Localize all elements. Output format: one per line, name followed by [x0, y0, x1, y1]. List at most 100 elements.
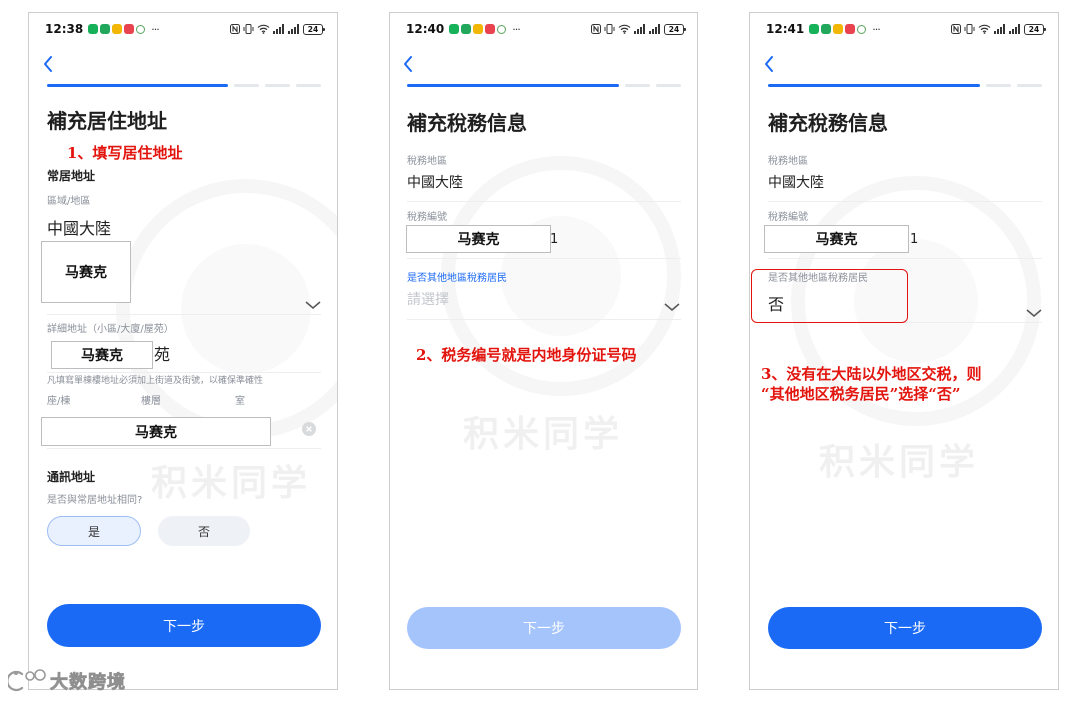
status-left: 12:40 ···	[406, 21, 521, 37]
back-button[interactable]	[43, 56, 53, 76]
wifi-icon	[978, 24, 991, 34]
watermark-text: 积米同学	[151, 463, 312, 504]
divider	[768, 201, 1042, 202]
annotation-step-2: 2、税务编号就是内地身份证号码	[416, 346, 637, 364]
option-no-button[interactable]: 否	[158, 516, 250, 546]
vibrate-icon	[604, 24, 615, 34]
unit-fields-mosaic[interactable]: 马赛克	[41, 417, 271, 446]
page-title: 補充居住地址	[47, 109, 167, 133]
more-notifications-icon: ···	[872, 22, 880, 36]
more-notifications-icon: ···	[151, 22, 159, 36]
tax-region-value[interactable]: 中國大陸	[407, 174, 463, 192]
page-title: 補充稅務信息	[407, 111, 527, 135]
district-value-mosaic[interactable]: 马赛克	[41, 241, 131, 303]
signal-icon	[288, 24, 300, 34]
room-label: 室	[235, 396, 245, 407]
next-button[interactable]: 下一步	[768, 607, 1042, 649]
residence-heading: 常居地址	[47, 169, 96, 183]
notification-green-icon	[100, 24, 111, 34]
chevron-left-icon	[44, 56, 52, 72]
divider	[407, 258, 681, 259]
tax-region-value[interactable]: 中國大陸	[768, 174, 824, 192]
signal-icon	[1009, 24, 1021, 34]
divider	[47, 314, 321, 315]
divider	[768, 258, 1042, 259]
notification-green-icon	[809, 24, 820, 34]
status-left: 12:41 ···	[766, 21, 881, 37]
chevron-down-icon	[305, 301, 321, 309]
annotation-step-3-line-1: 3、没有在大陆以外地区交税，则	[761, 365, 982, 383]
status-bar: 12:41 ··· 24	[766, 21, 1046, 37]
chevron-down-icon	[1026, 309, 1042, 317]
tax-id-label: 稅務編號	[407, 212, 447, 223]
chevron-left-icon	[404, 56, 412, 72]
progress-step-remaining	[264, 84, 290, 87]
divider	[47, 372, 321, 373]
vibrate-icon	[243, 24, 254, 34]
other-tax-resident-select[interactable]: 請選擇	[407, 291, 449, 309]
detail-address-mosaic[interactable]: 马赛克	[51, 341, 153, 369]
notification-icons	[809, 24, 867, 34]
region-label: 區域/地區	[47, 196, 91, 207]
tax-id-mosaic[interactable]: 马赛克	[406, 225, 551, 253]
notification-outline-icon	[857, 24, 867, 34]
tax-id-suffix[interactable]: 1	[910, 231, 918, 249]
nfc-icon	[230, 24, 240, 34]
divider	[47, 448, 321, 449]
back-button[interactable]	[403, 56, 413, 76]
notification-outline-icon	[497, 24, 507, 34]
detail-address-label: 詳細地址（小區/大廈/屋苑）	[47, 324, 174, 335]
progress-step-remaining	[295, 84, 321, 87]
progress-step-remaining	[233, 84, 259, 87]
progress-bar	[768, 84, 1042, 87]
status-right: 24	[951, 23, 1046, 35]
option-yes-button[interactable]: 是	[47, 516, 141, 546]
nfc-icon	[591, 24, 601, 34]
status-bar: 12:38 ··· 24	[45, 21, 325, 37]
tax-id-suffix[interactable]: 1	[550, 231, 558, 249]
notification-icons	[449, 24, 507, 34]
back-button[interactable]	[764, 56, 774, 76]
tax-id-mosaic[interactable]: 马赛克	[764, 225, 909, 253]
clear-button[interactable]	[302, 421, 316, 440]
notification-red-icon	[485, 24, 496, 34]
other-tax-resident-dropdown[interactable]	[1026, 303, 1042, 322]
block-label: 座/棟	[47, 396, 71, 407]
tax-region-label: 稅務地區	[407, 156, 447, 167]
progress-step-remaining	[985, 84, 1011, 87]
region-value[interactable]: 中國大陸	[47, 219, 111, 239]
vibrate-icon	[964, 24, 975, 34]
same-address-question: 是否與常居地址相同?	[47, 495, 143, 506]
notification-green-icon	[449, 24, 460, 34]
notification-green-icon	[461, 24, 472, 34]
progress-bar	[47, 84, 321, 87]
progress-step-remaining	[624, 84, 650, 87]
tax-id-label: 稅務編號	[768, 212, 808, 223]
notification-red-icon	[845, 24, 856, 34]
other-tax-resident-dropdown[interactable]	[664, 297, 680, 316]
chevron-left-icon	[765, 56, 773, 72]
battery-icon: 24	[1024, 23, 1046, 35]
status-time: 12:41	[766, 22, 805, 36]
clear-circle-icon	[302, 422, 316, 436]
notification-green-icon	[88, 24, 99, 34]
watermark-text: 积米同学	[463, 414, 624, 455]
detail-address-suffix[interactable]: 苑	[154, 345, 170, 365]
next-button[interactable]: 下一步	[47, 604, 321, 647]
tax-region-label: 稅務地區	[768, 156, 808, 167]
notification-red-icon	[124, 24, 135, 34]
district-dropdown[interactable]	[305, 295, 321, 314]
signal-icon	[273, 24, 285, 34]
status-time: 12:40	[406, 22, 445, 36]
divider	[407, 319, 681, 320]
brand-logo-icon	[6, 668, 48, 698]
notification-yellow-icon	[112, 24, 123, 34]
progress-completed	[407, 84, 619, 87]
next-button[interactable]: 下一步	[407, 607, 681, 649]
phone-screen-residence-address: 积米同学 12:38 ··· 24 補充居住地址 1、填写居住地址 常居地址 區…	[28, 12, 338, 690]
notification-green-icon	[821, 24, 832, 34]
annotation-highlight-box	[751, 269, 908, 323]
status-right: 24	[230, 23, 325, 35]
watermark-text: 积米同学	[819, 442, 980, 483]
signal-icon	[994, 24, 1006, 34]
